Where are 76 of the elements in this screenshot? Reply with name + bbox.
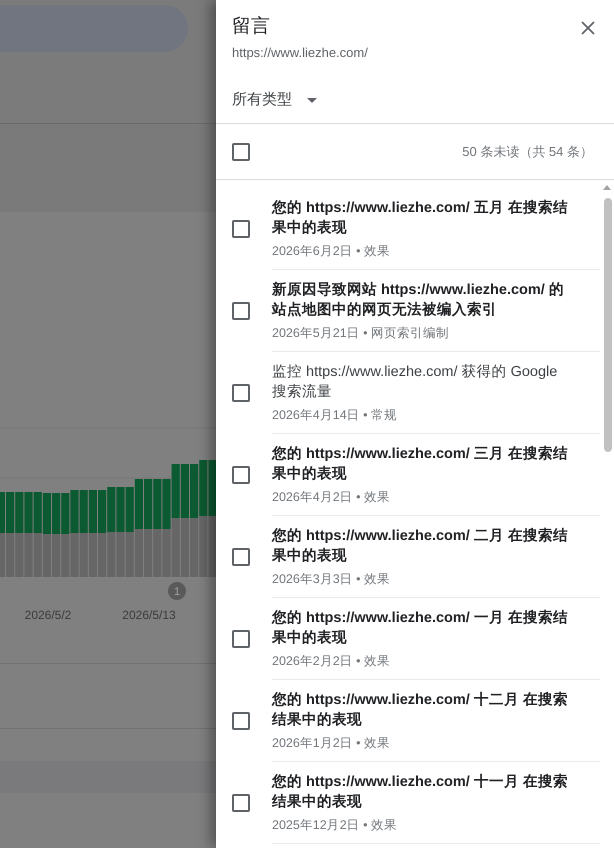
- stacked-bar-top: [199, 460, 208, 516]
- message-title[interactable]: 新原因导致网站 https://www.liezhe.com/ 的站点地图中的网页无法被编入索引: [272, 280, 572, 320]
- stacked-bar-top: [15, 492, 24, 533]
- stacked-bar-base: [24, 533, 33, 577]
- stacked-bar-top: [172, 464, 180, 518]
- message-meta: 2026年4月14日 • 常规: [272, 407, 398, 424]
- axis-label: 2026/5/13: [122, 608, 176, 622]
- checkbox[interactable]: [232, 220, 250, 238]
- checkbox[interactable]: [232, 548, 250, 566]
- panel-title: 留言: [232, 15, 271, 39]
- stacked-bar-top: [134, 479, 143, 529]
- stacked-bar-base: [88, 533, 97, 577]
- message-title[interactable]: 您的 https://www.liezhe.com/ 二月 在搜索结果中的表现: [272, 526, 572, 566]
- stacked-bar-top: [34, 492, 42, 533]
- stacked-bar-base: [144, 529, 152, 577]
- checkbox[interactable]: [232, 630, 250, 648]
- stacked-bar-base: [134, 529, 143, 577]
- stacked-bar-top: [88, 490, 97, 533]
- stacked-bar-base: [107, 532, 116, 577]
- stacked-bar-top: [61, 493, 70, 534]
- message-title[interactable]: 您的 https://www.liezhe.com/ 十二月 在搜索结果中的表现: [272, 690, 572, 730]
- type-filter-dropdown[interactable]: 所有类型: [232, 90, 317, 110]
- stacked-bar-base: [34, 533, 42, 577]
- stacked-bar-base: [70, 533, 79, 577]
- stacked-bar-base: [199, 516, 208, 577]
- checkbox[interactable]: [232, 384, 250, 402]
- stacked-bar-base: [80, 533, 88, 577]
- caret-icon: [307, 98, 317, 102]
- stacked-bar-top: [116, 487, 125, 532]
- stacked-bar-base: [153, 529, 162, 577]
- message-title[interactable]: 您的 https://www.liezhe.com/ 十一月 在搜索结果中的表现: [272, 772, 572, 812]
- checkbox[interactable]: [232, 142, 250, 160]
- stacked-bar-top: [180, 464, 189, 518]
- stacked-bar-base: [61, 534, 70, 577]
- checkbox[interactable]: [232, 794, 250, 812]
- stacked-bar-top: [42, 493, 51, 534]
- stacked-bar-top: [190, 464, 198, 518]
- axis-label: 2026/5/2: [24, 608, 72, 622]
- checkbox[interactable]: [232, 712, 250, 730]
- stacked-bar-top: [80, 490, 88, 533]
- stacked-bar-base: [116, 532, 125, 577]
- stacked-bar-top: [144, 479, 152, 529]
- stacked-bar-base: [42, 534, 51, 577]
- stacked-bar-base: [15, 533, 24, 577]
- stacked-bar-top: [24, 492, 33, 533]
- checkbox[interactable]: [232, 466, 250, 484]
- message-meta: 2026年1月2日 • 效果: [272, 735, 392, 752]
- stacked-bar-base: [98, 533, 106, 577]
- checkbox[interactable]: [232, 302, 250, 320]
- stacked-bar-top: [70, 490, 79, 533]
- message-title[interactable]: 监控 https://www.liezhe.com/ 获得的 Google 搜索流量: [272, 362, 572, 402]
- stacked-bar-base: [190, 518, 198, 577]
- site-url: https://www.liezhe.com/: [232, 45, 368, 61]
- stacked-bar-base: [126, 532, 134, 577]
- scrollbar-thumb[interactable]: [604, 198, 612, 452]
- message-meta: 2026年6月2日 • 效果: [272, 243, 392, 260]
- stacked-bar-top: [153, 479, 162, 529]
- stacked-bar-top: [107, 487, 116, 532]
- stacked-bar-base: [162, 529, 171, 577]
- stacked-bar-top: [98, 490, 106, 533]
- message-title[interactable]: 您的 https://www.liezhe.com/ 一月 在搜索结果中的表现: [272, 608, 572, 648]
- stacked-bar-top: [126, 487, 134, 532]
- message-meta: 2026年2月2日 • 效果: [272, 653, 392, 670]
- stacked-bar-base: [52, 534, 60, 577]
- message-title[interactable]: 您的 https://www.liezhe.com/ 五月 在搜索结果中的表现: [272, 198, 572, 238]
- message-meta: 2026年5月21日 • 网页索引编制: [272, 325, 450, 342]
- unread-count: 50 条未读（共 54 条）: [462, 142, 593, 160]
- stacked-bar-top: [52, 493, 60, 534]
- message-meta: 2026年3月3日 • 效果: [272, 571, 392, 588]
- close-icon: [581, 21, 595, 35]
- stacked-bar-base: [172, 518, 180, 577]
- stacked-bar-base: [180, 518, 189, 577]
- message-title[interactable]: 您的 https://www.liezhe.com/ 三月 在搜索结果中的表现: [272, 444, 572, 484]
- message-meta: 2026年4月2日 • 效果: [272, 489, 392, 506]
- message-meta: 2025年12月2日 • 效果: [272, 817, 398, 834]
- stacked-bar-top: [162, 479, 171, 529]
